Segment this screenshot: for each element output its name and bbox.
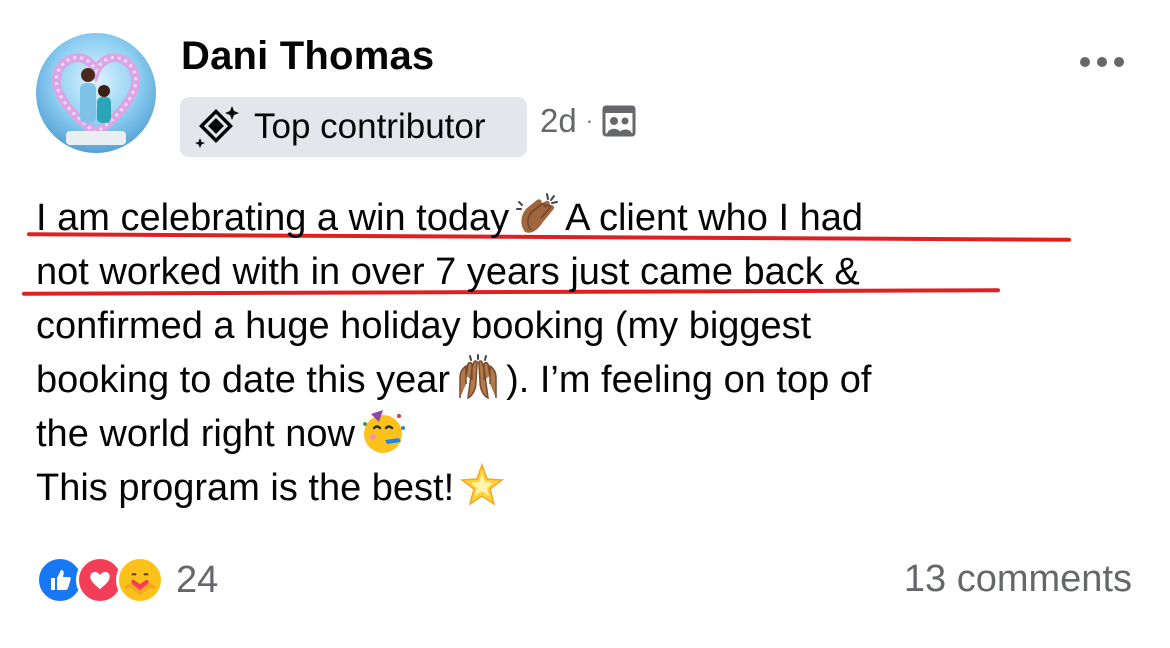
top-contributor-diamond-icon [195, 106, 239, 148]
post-line: confirmed a huge holiday booking (my big… [36, 305, 812, 347]
comments-count-link[interactable]: 13 comments [904, 558, 1132, 601]
post-line: This program is the best! [36, 461, 1146, 515]
more-options-button[interactable] [1080, 52, 1130, 72]
author-avatar[interactable] [36, 33, 156, 153]
post-text: I am celebrating a win today A client wh… [36, 191, 1146, 515]
top-contributor-badge[interactable]: Top contributor [180, 97, 527, 157]
post-time[interactable]: 2d [540, 102, 577, 140]
reactions-summary[interactable]: 24 [36, 556, 218, 604]
more-dot-icon [1097, 57, 1107, 67]
badge-label: Top contributor [254, 107, 486, 146]
raising-hands-emoji [459, 354, 497, 400]
reaction-count: 24 [176, 558, 219, 601]
care-reaction-icon [116, 556, 164, 604]
meta-separator: · [585, 108, 594, 133]
glowing-star-emoji [460, 462, 505, 506]
post-line: not worked with in over 7 years just cam… [36, 251, 860, 293]
post-line: booking to date this year ). I’m feeling… [36, 353, 1146, 407]
group-audience-icon [602, 105, 636, 137]
clapping-hands-emoji [516, 193, 559, 233]
author-name[interactable]: Dani Thomas [181, 34, 434, 79]
more-dot-icon [1114, 57, 1124, 67]
more-dot-icon [1080, 57, 1090, 67]
post-line: the world right now [36, 407, 1146, 461]
partying-face-emoji [362, 410, 405, 453]
post-line: I am celebrating a win today A client wh… [36, 191, 1146, 245]
post-meta: 2d · [540, 102, 636, 140]
